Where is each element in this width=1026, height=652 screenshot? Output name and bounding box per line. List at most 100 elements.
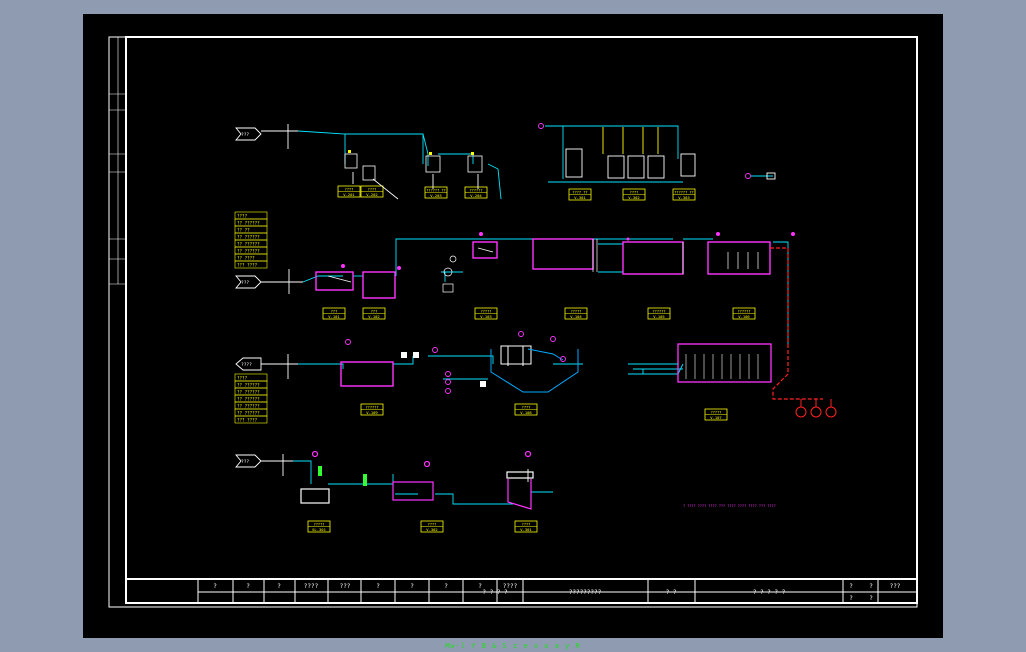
legend-item: ?? ?????? xyxy=(237,382,260,387)
note-text: ? ???? ???? ???? ??? ???? ???? ???? ??? … xyxy=(683,504,776,508)
equipment-tag-name: ???? ?? xyxy=(572,191,587,195)
equipment-tag: ??????V-204 xyxy=(464,186,488,199)
sheet-cell: ? xyxy=(849,595,853,602)
legend-item: ?? ?????? xyxy=(237,389,260,394)
sludge-pumps xyxy=(795,399,837,418)
legend-box: ???? ?? ?????? ?? ?? ?? ?????? ?? ?????? ?? ?… xyxy=(234,211,268,269)
title-block-header-cell: ? xyxy=(213,583,217,590)
sheet-cell: ? xyxy=(869,595,873,602)
equipment-tag-name: ???? xyxy=(522,406,531,410)
legend-item: ??? ???? xyxy=(237,417,258,422)
title-block-header-cell: ? xyxy=(444,583,448,590)
equipment-tag-name: ??? xyxy=(331,310,338,314)
tank-v104 xyxy=(532,238,594,270)
equipment-tag-name: ???? xyxy=(428,523,437,527)
drawing-sheet: ??????????????????? ? ? ??????????? ?? ?… xyxy=(83,14,943,638)
equipment-tag-name: ?????? xyxy=(653,310,666,314)
equipment-tag-id: V-204 xyxy=(470,193,482,198)
sludge-line xyxy=(770,247,823,400)
equipment-tag: ????V-301 xyxy=(514,520,538,533)
equipment-tag: ???? ??V-301 xyxy=(568,188,592,201)
title-block-header-cell: ???? xyxy=(304,583,319,590)
equipment-tag-name: ??? xyxy=(371,310,378,314)
equipment-tag: ????V-108 xyxy=(514,403,538,416)
chemical-house xyxy=(538,123,776,183)
row-4-accents xyxy=(318,466,367,486)
equipment-tag-name: ?????? xyxy=(366,406,379,410)
title-block xyxy=(126,578,917,603)
inner-border xyxy=(125,36,918,604)
tank-v105 xyxy=(622,241,684,275)
equipment-tag-id: V-105 xyxy=(653,314,664,319)
equipment-tag-name: ???? xyxy=(522,523,531,527)
title-block-code: ? ? ? ? xyxy=(482,589,508,596)
equipment-tag-id: V-107 xyxy=(710,415,721,420)
equipment-tag-name: ????? xyxy=(711,411,722,415)
legend-item: ???? xyxy=(237,213,248,218)
title-block-header-cell: ? xyxy=(277,583,281,590)
title-block-header-cell: ? xyxy=(246,583,250,590)
equipment-tag: ????V-201 xyxy=(337,185,361,198)
row-3-piping xyxy=(261,354,684,380)
row-2-markers xyxy=(341,232,795,270)
sheet-cell: ??? xyxy=(890,583,901,590)
sheet-cell: ? xyxy=(869,583,873,590)
equipment-tag-id: V-302 xyxy=(426,527,437,532)
equipment-tag-id: V-303 xyxy=(678,195,689,200)
tank-v102 xyxy=(362,271,396,299)
equipment-tag: ?????? ??V-303 xyxy=(672,188,696,201)
equipment-tag: ?????V-104 xyxy=(564,307,588,320)
row-2-piping xyxy=(261,238,789,344)
equipment-tag-name: ???? xyxy=(630,191,639,195)
equipment-tag-id: V-101 xyxy=(328,314,340,319)
legend-item: ?? ?????? xyxy=(237,234,260,239)
equipment-tag-name: ?????? xyxy=(738,310,751,314)
equipment-tag: ?????V-103 xyxy=(474,307,498,320)
drawing-name: ????????? xyxy=(569,589,602,596)
legend-item: ?? ?????? xyxy=(237,403,260,408)
chemical-dosing-tanks xyxy=(344,153,483,181)
row-2-internals xyxy=(327,239,759,293)
legend-item: ?? ?????? xyxy=(237,396,260,401)
equipment-tag: ?????SL-301 xyxy=(307,520,331,533)
equipment-tag-name: ?????? ?? xyxy=(426,189,445,193)
equipment-tag-id: V-103 xyxy=(480,314,491,319)
row-2-tanks xyxy=(315,238,771,299)
tank-v106 xyxy=(707,241,771,275)
equipment-tag-name: ???? xyxy=(368,188,377,192)
title-block-header-cell: ? xyxy=(376,583,380,590)
legend-item: ?? ?????? xyxy=(237,248,260,253)
equipment-tag-id: V-302 xyxy=(628,195,639,200)
equipment-tag-id: SL-301 xyxy=(312,527,326,532)
equipment-tag: ??????V-105 xyxy=(647,307,671,320)
legend-item: ???? xyxy=(237,375,248,380)
legend-item: ?? ?????? xyxy=(237,241,260,246)
row-4-equipment xyxy=(300,450,534,510)
legend-item: ?? ?? xyxy=(237,227,250,232)
equipment-tag-name: ????? xyxy=(571,310,582,314)
equipment-tag: ?????? ??V-203 xyxy=(424,186,448,199)
drawing-subject: ? ? ? ? ? xyxy=(753,589,786,596)
outer-border xyxy=(108,36,918,608)
equipment-tag-id: V-202 xyxy=(366,192,377,197)
equipment-tag-name: ???? xyxy=(345,188,354,192)
equipment-tag: ????V-302 xyxy=(420,520,444,533)
equipment-tag-name: ?????? ?? xyxy=(674,191,693,195)
equipment-tag: ??????V-106 xyxy=(732,307,756,320)
inlet-arrow-1-label: ??? xyxy=(241,132,249,138)
title-block-header-cell: ? xyxy=(410,583,414,590)
caption-text: Mw-l Y B & S z e x u a y R xyxy=(445,642,581,650)
equipment-tag: ???V-101 xyxy=(322,307,346,320)
equipment-tag: ????V-302 xyxy=(622,188,646,201)
equipment-tag: ????V-202 xyxy=(360,185,384,198)
legend-item: ?? ?????? xyxy=(237,220,260,225)
legend-item: ?? ???? xyxy=(237,255,255,260)
equipment-tag-name: ?????? xyxy=(470,189,483,193)
equipment-tag-name: ????? xyxy=(481,310,492,314)
equipment-tag: ???V-102 xyxy=(362,307,386,320)
process-flow-diagram: ??????????????????? ? ? ??????????? ?? ?… xyxy=(108,36,918,608)
equipment-tag-id: V-109 xyxy=(366,410,378,415)
tank-v107 xyxy=(628,343,772,383)
equipment-tag-id: V-301 xyxy=(574,195,586,200)
outlet-arrow-1-label: ???? xyxy=(241,362,252,368)
